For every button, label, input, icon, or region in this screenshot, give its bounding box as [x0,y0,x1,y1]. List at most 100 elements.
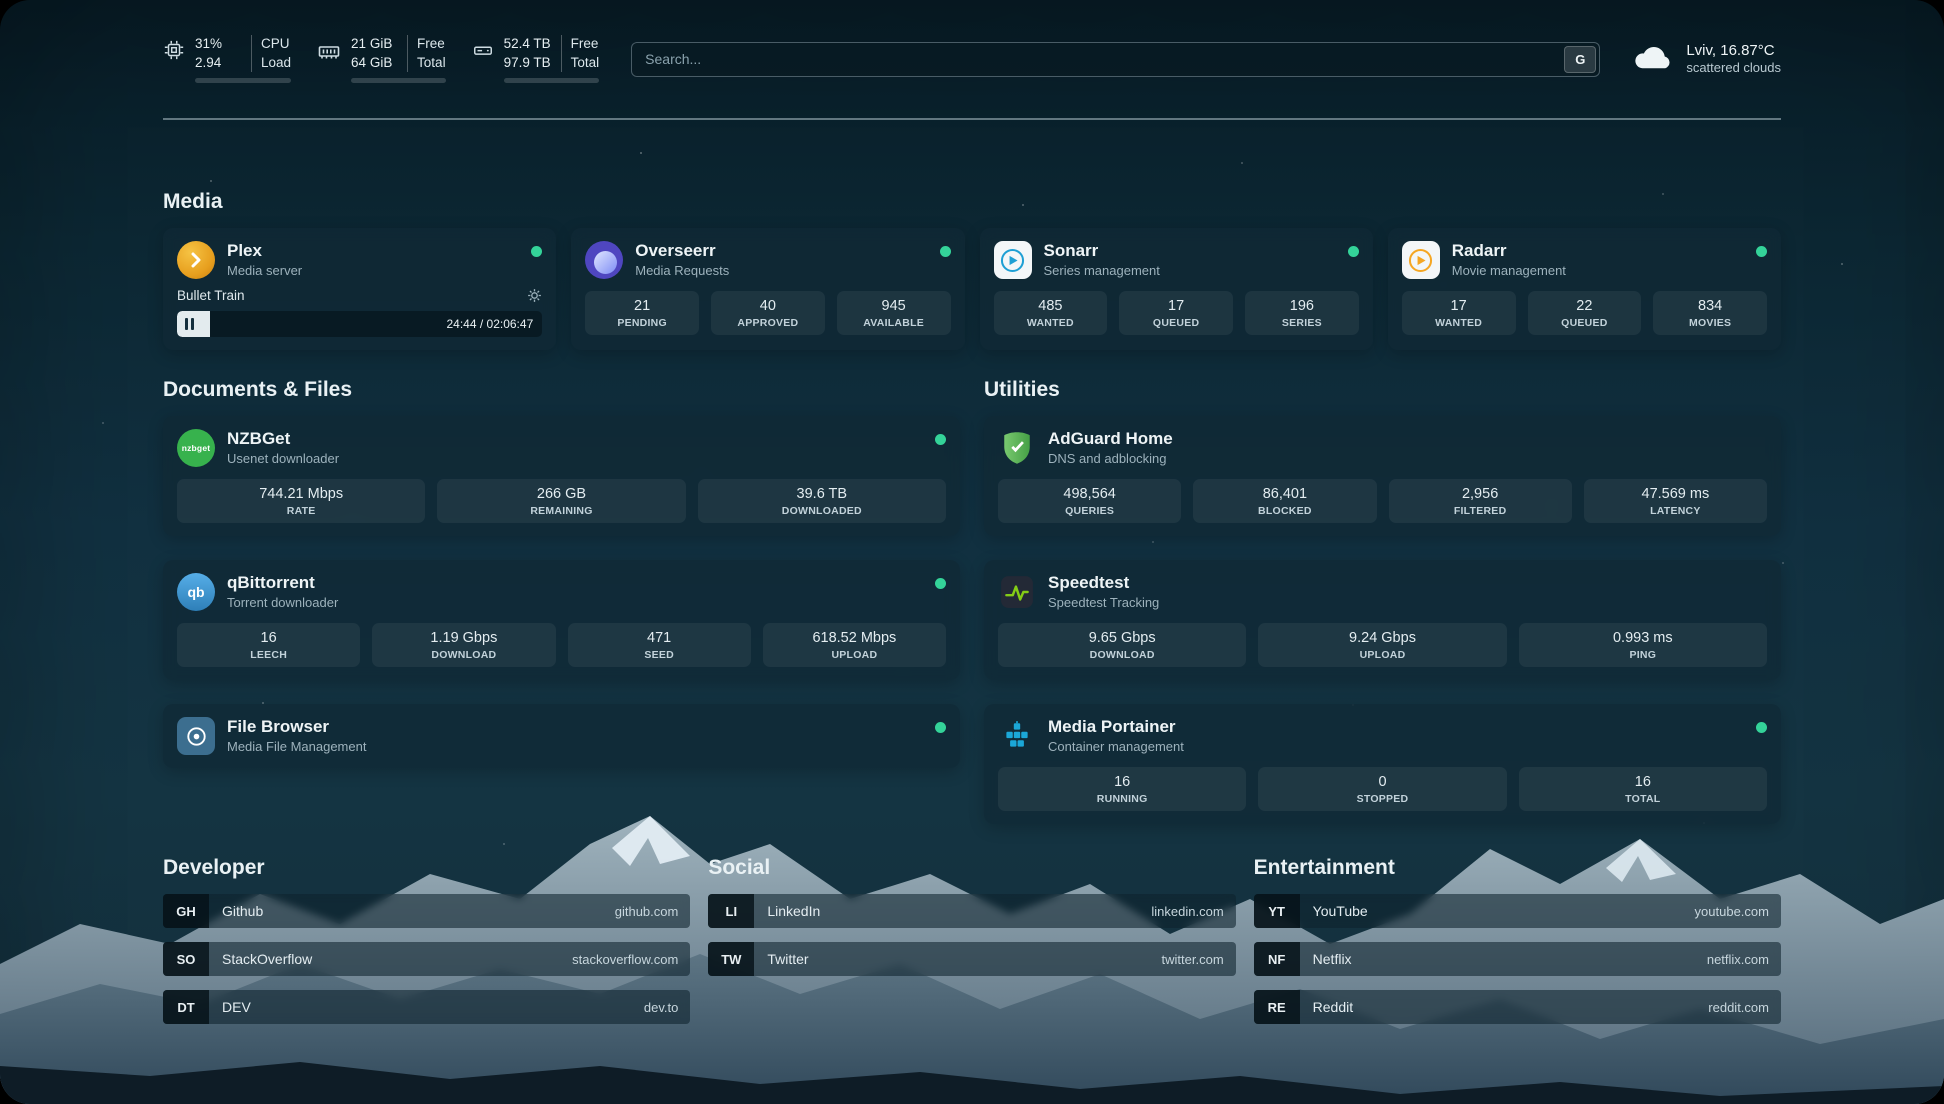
app-description: Torrent downloader [227,595,923,611]
app-card-plex[interactable]: Plex Media server Bullet Train [163,228,556,350]
cpu-usage-value: 31% [195,35,251,54]
pause-icon[interactable] [185,318,194,330]
qbittorrent-icon-text: qb [187,584,204,600]
stat-value: 618.52 Mbps [767,630,942,646]
section-title-social: Social [708,856,1235,880]
status-dot [940,246,951,257]
app-card-radarr[interactable]: Radarr Movie management 17 WANTED 22 QUE… [1388,228,1781,350]
speedtest-icon [998,573,1036,611]
stat-filtered: 2,956 FILTERED [1389,479,1572,523]
cloud-icon [1632,41,1674,76]
app-card-qbittorrent[interactable]: qb qBittorrent Torrent downloader 16 [163,560,960,680]
section-title-documents: Documents & Files [163,378,960,402]
documents-column: Documents & Files nzbget NZBGet Usenet d… [163,378,960,824]
weather-text: Lviv, 16.87°C scattered clouds [1686,41,1781,77]
memory-free-label: Free [407,35,446,54]
filebrowser-icon [177,717,215,755]
bookmark-reddit[interactable]: RE Reddit reddit.com [1254,990,1781,1024]
stat-label: LEECH [181,649,356,661]
stat-queued: 17 QUEUED [1119,291,1233,335]
app-card-nzbget[interactable]: nzbget NZBGet Usenet downloader 744.21 M… [163,416,960,536]
cpu-usage-label: CPU [251,35,291,54]
stat-label: UPLOAD [767,649,942,661]
bookmark-netflix[interactable]: NF Netflix netflix.com [1254,942,1781,976]
section-title-entertainment: Entertainment [1254,856,1781,880]
app-card-overseerr[interactable]: Overseerr Media Requests 21 PENDING 40 A… [571,228,964,350]
bookmark-name: Twitter [767,951,808,967]
status-dot [531,246,542,257]
stat-value: 0.993 ms [1523,630,1763,646]
stat-running: 16 RUNNING [998,767,1246,811]
stat-download: 1.19 Gbps DOWNLOAD [372,623,555,667]
app-name: AdGuard Home [1048,429,1767,449]
bookmark-github[interactable]: GH Github github.com [163,894,690,928]
bookmark-badge: YT [1254,894,1300,928]
bookmark-linkedin[interactable]: LI LinkedIn linkedin.com [708,894,1235,928]
stat-label: MOVIES [1657,317,1763,329]
stat-value: 22 [1532,298,1638,314]
bookmark-stackoverflow[interactable]: SO StackOverflow stackoverflow.com [163,942,690,976]
app-card-filebrowser[interactable]: File Browser Media File Management [163,704,960,768]
top-bar: 31% CPU 2.94 Load 21 [163,0,1781,120]
bookmarks-area: Developer GH Github github.com SO StackO… [163,856,1781,1038]
app-name: Radarr [1452,241,1744,261]
stat-value: 0 [1262,774,1502,790]
memory-readout: 21 GiB Free 64 GiB Total [351,35,446,84]
bookmark-name: StackOverflow [222,951,312,967]
app-card-adguard[interactable]: AdGuard Home DNS and adblocking 498,564 … [984,416,1781,536]
bookmark-dev[interactable]: DT DEV dev.to [163,990,690,1024]
stat-label: QUERIES [1002,505,1177,517]
memory-icon [317,39,341,68]
cpu-widget: 31% CPU 2.94 Load [163,35,291,84]
stat-remaining: 266 GB REMAINING [437,479,685,523]
stat-blocked: 86,401 BLOCKED [1193,479,1376,523]
app-card-sonarr[interactable]: Sonarr Series management 485 WANTED 17 Q… [980,228,1373,350]
weather-widget: Lviv, 16.87°C scattered clouds [1632,41,1781,77]
plex-header: Plex Media server [177,241,542,279]
stat-label: BLOCKED [1197,505,1372,517]
stat-series: 196 SERIES [1245,291,1359,335]
bookmark-name: Reddit [1313,999,1353,1015]
app-name: File Browser [227,717,923,737]
system-resources: 31% CPU 2.94 Load 21 [163,35,599,84]
stat-wanted: 485 WANTED [994,291,1108,335]
stat-value: 196 [1249,298,1355,314]
app-description: Speedtest Tracking [1048,595,1767,611]
app-card-portainer[interactable]: Media Portainer Container management 16 … [984,704,1781,824]
app-name: NZBGet [227,429,923,449]
bookmarks-entertainment: Entertainment YT YouTube youtube.com NF … [1254,856,1781,1038]
stat-label: RATE [181,505,421,517]
bookmark-youtube[interactable]: YT YouTube youtube.com [1254,894,1781,928]
page-content: 31% CPU 2.94 Load 21 [0,0,1944,1104]
app-card-speedtest[interactable]: Speedtest Speedtest Tracking 9.65 Gbps D… [984,560,1781,680]
qbittorrent-icon: qb [177,573,215,611]
bookmark-name: LinkedIn [767,903,820,919]
stat-value: 1.19 Gbps [376,630,551,646]
stat-value: 86,401 [1197,486,1372,502]
stat-label: QUEUED [1123,317,1229,329]
bookmarks-social: Social LI LinkedIn linkedin.com TW Twitt… [708,856,1235,1038]
disk-readout: 52.4 TB Free 97.9 TB Total [504,35,600,84]
stat-value: 9.24 Gbps [1262,630,1502,646]
disk-free-value: 52.4 TB [504,35,561,54]
app-description: Media server [227,263,519,279]
search-input[interactable] [631,42,1600,77]
app-description: DNS and adblocking [1048,451,1767,467]
status-dot [935,434,946,445]
app-name: Overseerr [635,241,927,261]
stat-label: RUNNING [1002,793,1242,805]
stat-total: 16 TOTAL [1519,767,1767,811]
bookmark-url: dev.to [644,1000,678,1015]
gear-icon[interactable] [527,288,542,303]
stat-upload: 9.24 Gbps UPLOAD [1258,623,1506,667]
stat-label: UPLOAD [1262,649,1502,661]
plex-playback-bar: 24:44 / 02:06:47 [177,311,542,337]
bookmark-twitter[interactable]: TW Twitter twitter.com [708,942,1235,976]
stat-label: LATENCY [1588,505,1763,517]
search-provider-button[interactable]: G [1564,46,1596,73]
stat-ping: 0.993 ms PING [1519,623,1767,667]
stat-value: 744.21 Mbps [181,486,421,502]
disk-total-value: 97.9 TB [504,54,561,73]
portainer-icon [998,717,1036,755]
memory-widget: 21 GiB Free 64 GiB Total [317,35,446,84]
